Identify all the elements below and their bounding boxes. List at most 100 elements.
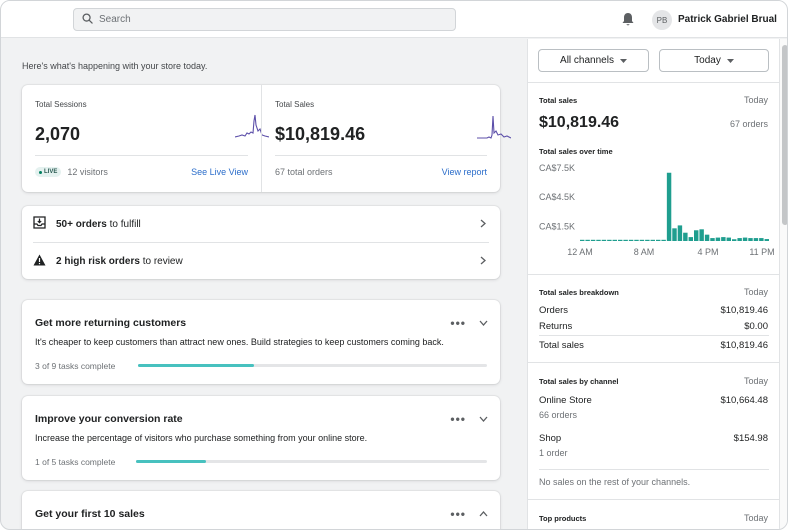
channel-select[interactable]: All channels xyxy=(538,49,649,72)
search-icon xyxy=(82,12,93,27)
chart-bar xyxy=(628,239,634,241)
chevron-right-icon xyxy=(480,219,486,231)
search-bar[interactable] xyxy=(73,8,456,31)
sales-footer: 67 total orders xyxy=(275,167,333,177)
sales-sparkline xyxy=(477,115,511,139)
todo-text: 2 high risk orders to review xyxy=(56,255,183,267)
total-orders-count: 67 total orders xyxy=(275,167,333,177)
chart-title: Total sales over time xyxy=(539,147,613,156)
divider xyxy=(528,499,780,500)
chart-bar xyxy=(601,239,607,241)
metric-value: 2,070 xyxy=(35,124,81,144)
breakdown-row: Returns $0.00 xyxy=(539,321,768,332)
chart-bar xyxy=(748,238,753,241)
divider xyxy=(275,155,487,156)
metric-value: $10,819.46 xyxy=(275,124,366,144)
chart-bar xyxy=(585,239,590,241)
chart-bar xyxy=(590,239,596,241)
chart-bar xyxy=(596,239,601,241)
caret-down-icon xyxy=(726,55,734,66)
top-products-title: Top products xyxy=(539,514,587,523)
divider xyxy=(528,274,780,275)
chart-bar xyxy=(661,239,666,241)
divider xyxy=(528,82,780,83)
total-sales-title: Total sales xyxy=(539,96,578,105)
more-options-button[interactable]: ••• xyxy=(450,507,466,521)
chart-bar xyxy=(699,229,704,241)
channel-select-label: All channels xyxy=(560,55,614,66)
divider xyxy=(539,469,769,470)
orders-to-fulfill-row[interactable]: 50+ orders to fulfill xyxy=(22,206,500,242)
greeting-text: Here's what's happening with your store … xyxy=(22,61,208,71)
chart-bar xyxy=(634,239,639,241)
app-window: PB Patrick Gabriel Brual Here's what's h… xyxy=(0,0,788,530)
y-tick-label: CA$7.5K xyxy=(539,163,575,173)
metrics-card: Total Sessions 2,070 LIVE 12 visitors Se… xyxy=(22,85,511,192)
top-bar: PB Patrick Gabriel Brual xyxy=(1,1,787,38)
period-select[interactable]: Today xyxy=(659,49,769,72)
progress-fill xyxy=(138,364,255,367)
chevron-up-icon[interactable] xyxy=(479,508,488,520)
chart-bar xyxy=(753,238,759,241)
scrollbar[interactable] xyxy=(779,39,787,529)
chart-bar xyxy=(721,237,726,241)
warning-icon xyxy=(33,254,46,269)
task-card: Get more returning customers ••• It's ch… xyxy=(22,300,500,384)
chart-bar xyxy=(645,239,650,241)
breakdown-title: Total sales breakdown xyxy=(539,288,619,297)
chart-bar xyxy=(656,239,661,241)
caret-down-icon xyxy=(619,55,627,66)
divider xyxy=(35,155,248,156)
high-risk-orders-row[interactable]: 2 high risk orders to review xyxy=(22,243,500,279)
y-tick-label: CA$4.5K xyxy=(539,192,575,202)
todo-card: 50+ orders to fulfill 2 high risk orders… xyxy=(22,206,500,279)
channel-row: Shop $154.98 xyxy=(539,433,768,444)
metric-label: Total Sessions xyxy=(35,100,87,109)
total-sessions-metric: Total Sessions 2,070 LIVE 12 visitors Se… xyxy=(22,85,269,192)
chart-bar xyxy=(715,237,721,241)
task-card: Improve your conversion rate ••• Increas… xyxy=(22,396,500,480)
channel-orders: 1 order xyxy=(539,448,568,458)
total-sales-value: $10,819.46 xyxy=(539,114,620,131)
chart-bar xyxy=(618,239,623,241)
bell-icon[interactable] xyxy=(621,12,635,27)
live-dot-icon xyxy=(39,170,42,174)
progress-bar xyxy=(138,364,487,367)
chart-bar xyxy=(666,172,672,241)
total-sales-metric: Total Sales $10,819.46 67 total orders V… xyxy=(261,85,511,192)
analytics-panel: All channels Today Total sales Today $10… xyxy=(527,39,780,529)
x-tick-label: 8 AM xyxy=(634,247,655,257)
visitors-count: 12 visitors xyxy=(67,167,108,177)
chart-bar xyxy=(623,239,628,241)
chart-bar xyxy=(683,232,688,241)
by-channel-title: Total sales by channel xyxy=(539,377,619,386)
chart-bar xyxy=(672,228,677,241)
chevron-down-icon[interactable] xyxy=(479,317,488,329)
see-live-view-link[interactable]: See Live View xyxy=(191,167,248,177)
search-input[interactable] xyxy=(99,14,399,25)
scrollbar-thumb[interactable] xyxy=(782,45,787,225)
sales-over-time-chart: CA$7.5K CA$4.5K CA$1.5K 12 AM 8 AM 4 PM 11 PM xyxy=(539,163,775,257)
chart-bar xyxy=(688,237,693,241)
view-report-link[interactable]: View report xyxy=(442,167,487,177)
avatar[interactable]: PB xyxy=(652,10,672,30)
top-products-date: Today xyxy=(743,513,768,523)
x-tick-label: 12 AM xyxy=(567,247,593,257)
chart-bar xyxy=(650,239,655,241)
chart-bar xyxy=(732,239,737,241)
chart-bar xyxy=(607,239,612,241)
user-name[interactable]: Patrick Gabriel Brual xyxy=(678,14,777,25)
progress-bar xyxy=(136,460,487,463)
x-tick-label: 4 PM xyxy=(697,247,718,257)
total-sales-date: Today xyxy=(743,95,768,105)
task-title: Improve your conversion rate xyxy=(35,413,183,425)
chevron-down-icon[interactable] xyxy=(479,413,488,425)
breakdown-date: Today xyxy=(743,287,768,297)
more-options-button[interactable]: ••• xyxy=(450,316,466,330)
breakdown-row: Orders $10,819.46 xyxy=(539,305,768,316)
channel-orders: 66 orders xyxy=(539,410,578,420)
more-options-button[interactable]: ••• xyxy=(450,412,466,426)
task-progress-text: 3 of 9 tasks complete xyxy=(35,361,116,371)
x-tick-label: 11 PM xyxy=(749,247,774,257)
chart-bar xyxy=(759,238,764,241)
